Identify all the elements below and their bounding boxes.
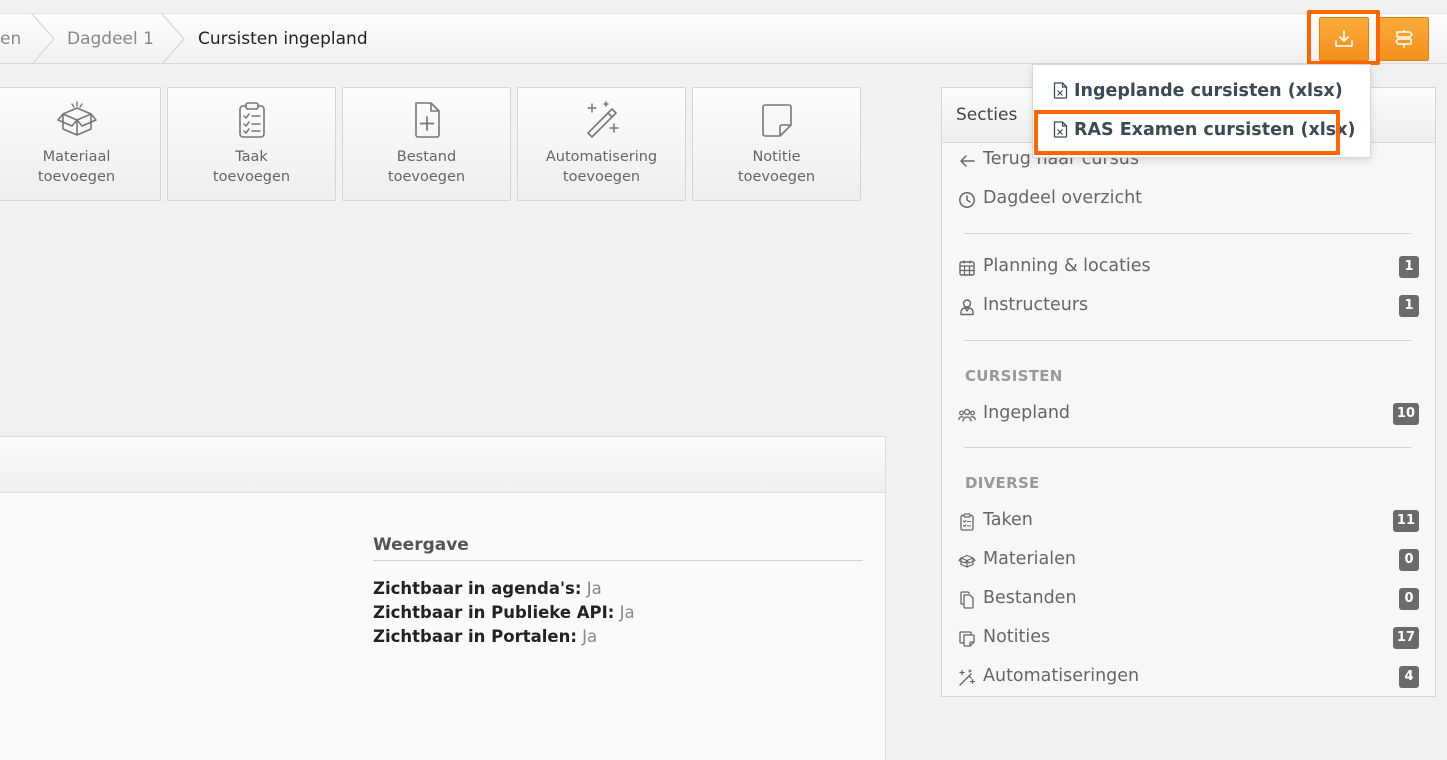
sidebar-category-cursisten: CURSISTEN xyxy=(965,367,1063,385)
add-task-tile[interactable]: Taak toevoegen xyxy=(167,87,336,201)
field-value: Ja xyxy=(586,579,602,598)
field-label: Zichtbaar in Publieke API: xyxy=(373,603,615,622)
clipboard-icon xyxy=(960,513,974,531)
add-material-tile[interactable]: Materiaal toevoegen xyxy=(0,87,161,201)
count-badge: 0 xyxy=(1399,549,1419,571)
panel-header xyxy=(0,437,885,493)
tile-label-line2: toevoegen xyxy=(737,169,816,185)
tile-label-line2: toevoegen xyxy=(387,169,466,185)
visible-in-portals-row: Zichtbaar in Portalen: Ja xyxy=(373,627,597,646)
sections-sidebar: Secties Terug naar cursus Dagdeel overzi… xyxy=(941,87,1436,697)
sidebar-item-label: Instructeurs xyxy=(983,295,1089,315)
tile-label-line2: toevoegen xyxy=(212,169,291,185)
tile-label-line2: toevoegen xyxy=(37,169,116,185)
tile-label-line1: Bestand xyxy=(396,149,457,165)
sidebar-item-label: Materialen xyxy=(983,549,1076,569)
breadcrumb-chevron-icon xyxy=(161,14,185,64)
sidebar-item-automatiseringen[interactable]: Automatiseringen 4 xyxy=(958,664,1419,692)
calendar-icon xyxy=(959,260,975,276)
count-badge: 17 xyxy=(1392,627,1419,649)
sidebar-item-label: Automatiseringen xyxy=(983,666,1140,686)
add-note-tile[interactable]: Notitie toevoegen xyxy=(692,87,861,201)
visible-in-api-row: Zichtbaar in Publieke API: Ja xyxy=(373,603,635,622)
magic-wand-icon xyxy=(586,101,619,138)
weergave-title: Weergave xyxy=(373,535,863,561)
details-panel: Weergave Zichtbaar in agenda's: Ja Zicht… xyxy=(0,436,886,760)
breadcrumb-item-current: Cursisten ingepland xyxy=(198,29,368,49)
sidebar-item-label: Planning & locaties xyxy=(983,256,1151,276)
box-icon xyxy=(958,554,976,568)
sidebar-item-ingepland[interactable]: Ingepland 10 xyxy=(958,401,1419,429)
sticky-note-icon xyxy=(761,104,792,137)
arrow-left-icon xyxy=(960,155,975,167)
add-file-tile[interactable]: Bestand toevoegen xyxy=(342,87,511,201)
sidebar-item-label: Bestanden xyxy=(983,588,1077,608)
menu-item-ingeplande-cursisten[interactable]: Ingeplande cursisten (xlsx) xyxy=(1053,81,1343,101)
sidebar-item-label: Ingepland xyxy=(983,403,1071,423)
notes-icon xyxy=(959,631,975,647)
count-badge: 10 xyxy=(1392,403,1419,425)
sidebar-item-notities[interactable]: Notities 17 xyxy=(958,625,1419,653)
sidebar-divider xyxy=(964,447,1411,448)
tile-label-line1: Taak xyxy=(235,149,268,165)
sidebar-item-dagdeel-overview[interactable]: Dagdeel overzicht xyxy=(958,186,1419,214)
signpost-icon xyxy=(1395,30,1413,48)
files-icon xyxy=(960,591,974,609)
sidebar-category-diverse: DIVERSE xyxy=(965,474,1040,492)
sections-button[interactable] xyxy=(1379,17,1429,61)
tile-label-line2: toevoegen xyxy=(562,169,641,185)
sidebar-item-materialen[interactable]: Materialen 0 xyxy=(958,547,1419,575)
ras-examen-highlight xyxy=(1034,110,1340,155)
count-badge: 1 xyxy=(1399,256,1419,278)
sidebar-item-label: Dagdeel overzicht xyxy=(983,188,1143,208)
file-excel-icon xyxy=(1053,82,1068,99)
field-value: Ja xyxy=(582,627,598,646)
box-icon xyxy=(56,101,97,136)
file-plus-icon xyxy=(414,102,440,138)
clipboard-check-icon xyxy=(238,102,265,138)
add-automation-tile[interactable]: Automatisering toevoegen xyxy=(517,87,686,201)
breadcrumb-item-previous[interactable]: en xyxy=(0,14,21,64)
tile-label-line1: Materiaal xyxy=(42,149,111,165)
visible-in-agenda-row: Zichtbaar in agenda's: Ja xyxy=(373,579,602,598)
clock-icon xyxy=(959,192,975,208)
tile-label-line1: Notitie xyxy=(752,149,801,165)
sidebar-item-label: Taken xyxy=(983,510,1033,530)
breadcrumb-item-dagdeel[interactable]: Dagdeel 1 xyxy=(67,14,154,64)
field-value: Ja xyxy=(619,603,635,622)
count-badge: 4 xyxy=(1399,666,1419,688)
menu-item-label: Ingeplande cursisten (xlsx) xyxy=(1074,81,1343,101)
sidebar-item-planning[interactable]: Planning & locaties 1 xyxy=(958,254,1419,282)
field-label: Zichtbaar in agenda's: xyxy=(373,579,582,598)
sidebar-item-instructors[interactable]: Instructeurs 1 xyxy=(958,293,1419,321)
users-icon xyxy=(958,408,976,422)
count-badge: 1 xyxy=(1399,295,1419,317)
sidebar-divider xyxy=(964,340,1411,341)
download-button-highlight xyxy=(1307,10,1380,65)
magic-wand-icon xyxy=(959,669,976,686)
sidebar-item-taken[interactable]: Taken 11 xyxy=(958,508,1419,536)
instructor-icon xyxy=(960,299,974,316)
sidebar-divider xyxy=(964,233,1411,234)
count-badge: 0 xyxy=(1399,588,1419,610)
sidebar-item-label: Notities xyxy=(983,627,1051,647)
tile-label-line1: Automatisering xyxy=(545,149,658,165)
top-bar: en Dagdeel 1 Cursisten ingepland xyxy=(0,13,1447,64)
count-badge: 11 xyxy=(1392,510,1419,532)
breadcrumb-chevron-icon xyxy=(31,14,55,64)
sidebar-item-bestanden[interactable]: Bestanden 0 xyxy=(958,586,1419,614)
field-label: Zichtbaar in Portalen: xyxy=(373,627,577,646)
